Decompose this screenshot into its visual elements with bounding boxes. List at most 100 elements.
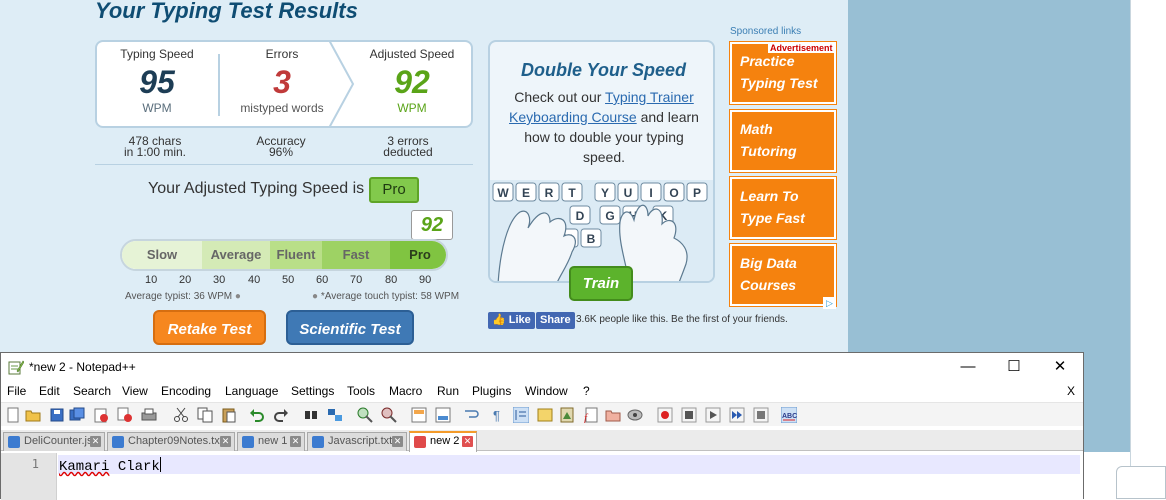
maximize-icon[interactable]: ☐	[991, 353, 1037, 381]
score-flag: 92	[411, 210, 453, 240]
typing-speed-label: Typing Speed	[120, 47, 194, 61]
user-defined-language-icon[interactable]	[537, 407, 553, 423]
file-icon	[414, 436, 426, 448]
ad-math-tutoring[interactable]: Math Tutoring	[729, 109, 837, 173]
minimize-icon[interactable]: —	[945, 353, 991, 381]
menu-encoding[interactable]: Encoding	[161, 384, 211, 398]
file-icon	[242, 436, 254, 448]
print-icon[interactable]	[141, 407, 157, 423]
ad-line: Typing Test	[740, 75, 818, 91]
tab-javascript[interactable]: Javascript.txt ✕	[307, 432, 407, 451]
close-document-button[interactable]: X	[1067, 384, 1075, 398]
menu-edit[interactable]: Edit	[39, 384, 60, 398]
stats-panel: Typing Speed 95 WPM Errors 3 mistyped wo…	[95, 40, 473, 128]
tab-close-icon[interactable]: ✕	[90, 436, 101, 447]
close-all-icon[interactable]	[117, 407, 133, 423]
close-file-icon[interactable]	[93, 407, 109, 423]
scale-tick: 50	[282, 274, 295, 286]
ad-line: Courses	[740, 277, 797, 293]
copy-icon[interactable]	[197, 407, 213, 423]
svg-text:¶: ¶	[493, 408, 500, 423]
level-badge: Pro	[369, 177, 419, 203]
folder-as-workspace-icon[interactable]	[605, 407, 621, 423]
new-file-icon[interactable]	[5, 407, 21, 423]
key-label: P	[693, 186, 701, 200]
cut-icon[interactable]	[173, 407, 189, 423]
scale-tick: 40	[248, 274, 261, 286]
title-bar[interactable]: *new 2 - Notepad++ — ☐ ✕	[1, 353, 1083, 381]
speed-scale: Slow Average Fluent Fast Pro	[120, 239, 448, 271]
record-macro-icon[interactable]	[657, 407, 673, 423]
document-map-icon[interactable]	[559, 407, 575, 423]
train-button[interactable]: Train	[569, 266, 633, 301]
find-icon[interactable]	[303, 407, 319, 423]
scientific-test-button[interactable]: Scientific Test	[286, 310, 414, 345]
replace-icon[interactable]	[327, 407, 343, 423]
ad-big-data-courses[interactable]: Big Data Courses	[729, 243, 837, 307]
sponsored-links-label: Sponsored links	[730, 26, 802, 37]
average-marker-icon: ●	[234, 291, 241, 302]
menu-settings[interactable]: Settings	[291, 384, 334, 398]
adchoices-icon[interactable]: ▷	[823, 297, 836, 309]
key-label: U	[624, 186, 633, 200]
zoom-out-icon[interactable]	[381, 407, 397, 423]
facebook-like-button[interactable]: 👍 Like	[488, 312, 535, 329]
close-icon[interactable]: ✕	[1037, 353, 1083, 381]
key-label: E	[522, 186, 530, 200]
menu-help[interactable]: ?	[583, 384, 590, 398]
scale-segment-pro: Pro	[390, 241, 446, 269]
promo-panel: Double Your Speed Check out our Typing T…	[488, 40, 715, 283]
show-all-characters-icon[interactable]: ¶	[489, 407, 505, 423]
menu-tools[interactable]: Tools	[347, 384, 375, 398]
tab-close-icon[interactable]: ✕	[392, 436, 403, 447]
editor-line-text[interactable]: Kamari Clark	[59, 457, 161, 475]
stop-macro-icon[interactable]	[681, 407, 697, 423]
facebook-share-button[interactable]: Share	[536, 312, 575, 329]
paste-icon[interactable]	[221, 407, 237, 423]
menu-run[interactable]: Run	[437, 384, 459, 398]
adjusted-speed-sentence: Your Adjusted Typing Speed is	[148, 180, 365, 197]
menu-window[interactable]: Window	[525, 384, 568, 398]
menu-macro[interactable]: Macro	[389, 384, 422, 398]
run-macro-multiple-icon[interactable]	[729, 407, 745, 423]
retake-test-button[interactable]: Retake Test	[153, 310, 266, 345]
word-wrap-icon[interactable]	[463, 407, 479, 423]
tab-close-icon[interactable]: ✕	[462, 436, 473, 447]
menu-search[interactable]: Search	[73, 384, 111, 398]
tab-chapter09notes[interactable]: Chapter09Notes.txt ✕	[107, 432, 235, 451]
average-touch-typist-note: ● *Average touch typist: 58 WPM	[312, 291, 459, 302]
tab-new-1[interactable]: new 1 ✕	[237, 432, 305, 451]
menu-plugins[interactable]: Plugins	[472, 384, 511, 398]
tab-new-2[interactable]: new 2 ✕	[409, 431, 477, 452]
ad-learn-to-type-fast[interactable]: Learn To Type Fast	[729, 176, 837, 240]
tab-close-icon[interactable]: ✕	[290, 436, 301, 447]
save-all-icon[interactable]	[69, 407, 85, 423]
indent-guide-icon[interactable]	[513, 407, 529, 423]
scale-tick: 80	[385, 274, 398, 286]
undo-icon[interactable]	[249, 407, 265, 423]
menu-view[interactable]: View	[122, 384, 148, 398]
zoom-in-icon[interactable]	[357, 407, 373, 423]
like-label: Like	[508, 314, 531, 326]
scale-segment-fluent: Fluent	[270, 241, 322, 269]
monitoring-icon[interactable]	[627, 407, 643, 423]
save-icon[interactable]	[49, 407, 65, 423]
average-typist-note: Average typist: 36 WPM ●	[125, 291, 241, 302]
scale-tick: 10	[145, 274, 158, 286]
key-label: R	[545, 186, 554, 200]
redo-icon[interactable]	[273, 407, 289, 423]
sync-vertical-icon[interactable]	[411, 407, 427, 423]
window-title: *new 2 - Notepad++	[29, 360, 136, 374]
spell-check-icon[interactable]: ABC	[781, 407, 797, 423]
open-file-icon[interactable]	[25, 407, 41, 423]
menu-file[interactable]: File	[7, 384, 26, 398]
scale-tick: 90	[419, 274, 432, 286]
tab-close-icon[interactable]: ✕	[220, 436, 231, 447]
tab-delicounter[interactable]: DeliCounter.js ✕	[3, 432, 105, 451]
play-macro-icon[interactable]	[705, 407, 721, 423]
function-list-icon[interactable]: f	[583, 407, 599, 423]
save-macro-icon[interactable]	[753, 407, 769, 423]
editor-area[interactable]: 1 Kamari Clark	[1, 453, 1083, 500]
sync-horizontal-icon[interactable]	[435, 407, 451, 423]
menu-language[interactable]: Language	[225, 384, 278, 398]
